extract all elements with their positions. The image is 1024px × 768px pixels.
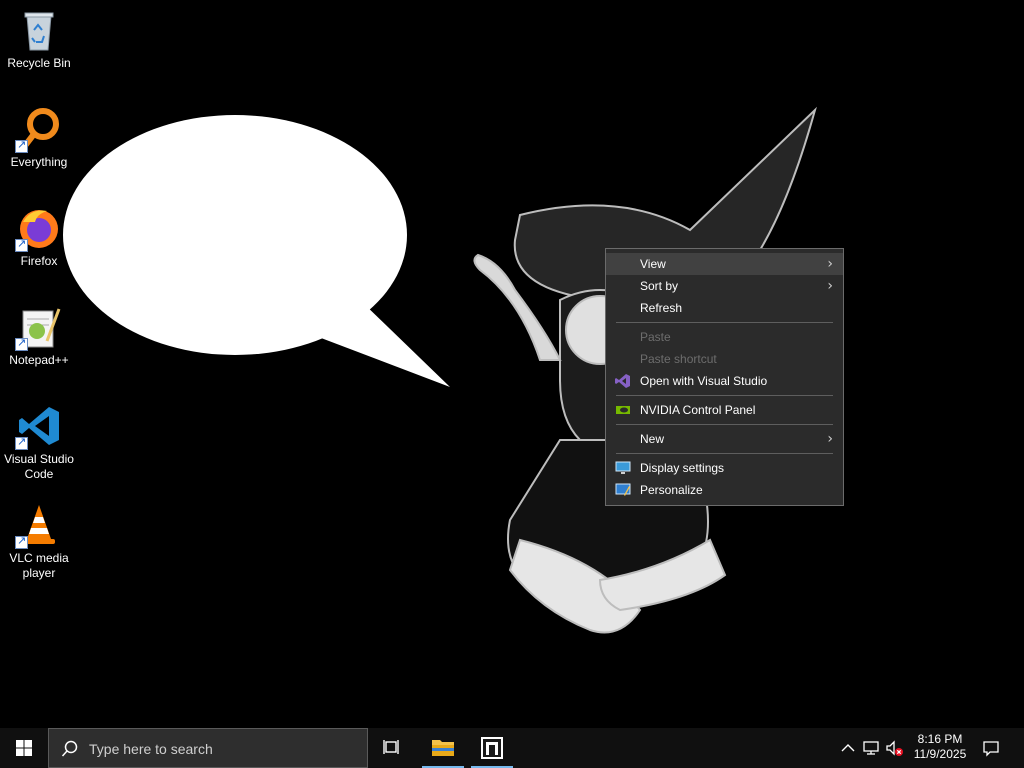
menu-separator: [616, 424, 833, 425]
notification-icon: [983, 741, 999, 757]
windows-logo-icon: [16, 740, 32, 756]
search-icon: [61, 740, 78, 757]
chevron-right-icon: ›: [827, 256, 833, 272]
desktop-icon-firefox[interactable]: Firefox: [0, 200, 78, 296]
desktop-icon-notepad-plus-plus[interactable]: Notepad++: [0, 299, 78, 395]
personalize-icon: [615, 482, 631, 498]
start-button[interactable]: [0, 728, 48, 768]
task-view-icon: [383, 740, 399, 754]
menu-item-personalize[interactable]: Personalize: [606, 479, 843, 501]
volume-tray-button[interactable]: [884, 738, 904, 758]
shortcut-arrow-icon: [15, 237, 28, 252]
vscode-icon: [15, 404, 61, 450]
volume-muted-icon: [886, 740, 903, 756]
menu-item-display-settings[interactable]: Display settings: [606, 457, 843, 479]
visual-studio-icon: [615, 373, 631, 389]
menu-separator: [616, 395, 833, 396]
search-placeholder: Type here to search: [89, 741, 213, 757]
menu-item-label: Open with Visual Studio: [640, 374, 768, 388]
desktop-icon-vlc[interactable]: VLC media player: [0, 497, 78, 593]
desktop-icon-label: Everything: [10, 155, 68, 169]
menu-item-refresh[interactable]: Refresh: [606, 297, 843, 319]
desktop-icon-recycle-bin[interactable]: Recycle Bin: [0, 2, 78, 98]
chevron-up-icon: [841, 744, 855, 752]
menu-item-new[interactable]: New ›: [606, 428, 843, 450]
task-view-button[interactable]: [369, 728, 415, 768]
menu-item-label: View: [640, 257, 666, 271]
clock-time: 8:16 PM: [917, 732, 963, 746]
menu-item-label: Sort by: [640, 279, 679, 293]
vlc-icon: [15, 503, 61, 549]
menu-item-label: Paste shortcut: [640, 352, 717, 366]
menu-item-paste[interactable]: Paste: [606, 326, 843, 348]
desktop-context-menu: View › Sort by › Refresh Paste Paste sho…: [605, 248, 844, 506]
chevron-right-icon: ›: [827, 431, 833, 447]
menu-item-sort-by[interactable]: Sort by ›: [606, 275, 843, 297]
desktop-icon-vscode[interactable]: Visual Studio Code: [0, 398, 78, 494]
menu-item-view[interactable]: View ›: [606, 253, 843, 275]
menu-item-label: New: [640, 432, 665, 446]
desktop-icon-label: Notepad++: [9, 353, 69, 367]
menu-item-label: Refresh: [640, 301, 683, 315]
everything-search-icon: [15, 107, 61, 153]
menu-item-label: Personalize: [640, 483, 703, 497]
network-tray-button[interactable]: [861, 738, 881, 758]
menu-separator: [616, 322, 833, 323]
desktop-icon-everything[interactable]: Everything: [0, 101, 78, 197]
shortcut-arrow-icon: [15, 534, 28, 549]
menu-item-label: NVIDIA Control Panel: [640, 403, 756, 417]
desktop[interactable]: Recycle Bin Everything Firefo: [0, 0, 1024, 728]
app-taskbar-button[interactable]: [469, 728, 515, 768]
shortcut-arrow-icon: [15, 336, 28, 351]
folder-icon: [432, 740, 454, 756]
taskbar-clock[interactable]: 8:16 PM 11/9/2025: [904, 728, 976, 768]
clock-date: 11/9/2025: [913, 747, 967, 761]
action-center-button[interactable]: [981, 738, 1001, 758]
notepad-plus-plus-icon: [15, 305, 61, 351]
chevron-right-icon: ›: [827, 278, 833, 294]
shortcut-arrow-icon: [15, 435, 28, 450]
menu-separator: [616, 453, 833, 454]
menu-item-label: Display settings: [640, 461, 725, 475]
file-explorer-taskbar-button[interactable]: [420, 728, 466, 768]
recycle-bin-icon: [17, 8, 61, 52]
desktop-icon-label: Visual Studio Code: [4, 452, 74, 481]
wallpaper: [63, 106, 817, 634]
desktop-icon-label: Firefox: [20, 254, 58, 268]
display-settings-icon: [615, 460, 631, 476]
show-hidden-icons-button[interactable]: [838, 738, 858, 758]
menu-item-paste-shortcut[interactable]: Paste shortcut: [606, 348, 843, 370]
menu-item-open-with-visual-studio[interactable]: Open with Visual Studio: [606, 370, 843, 392]
taskbar: Type here to search 8:16 PM 11/9/2025: [0, 728, 1024, 768]
firefox-icon: [15, 206, 61, 252]
menu-item-nvidia-control-panel[interactable]: NVIDIA Control Panel: [606, 399, 843, 421]
nvidia-icon: [615, 402, 631, 418]
desktop-icon-label: VLC media player: [9, 551, 69, 580]
shortcut-arrow-icon: [15, 138, 28, 153]
menu-item-label: Paste: [640, 330, 671, 344]
app-icon: [481, 737, 503, 759]
network-icon: [863, 741, 879, 755]
taskbar-search-box[interactable]: Type here to search: [48, 728, 368, 768]
desktop-icon-label: Recycle Bin: [7, 56, 71, 70]
